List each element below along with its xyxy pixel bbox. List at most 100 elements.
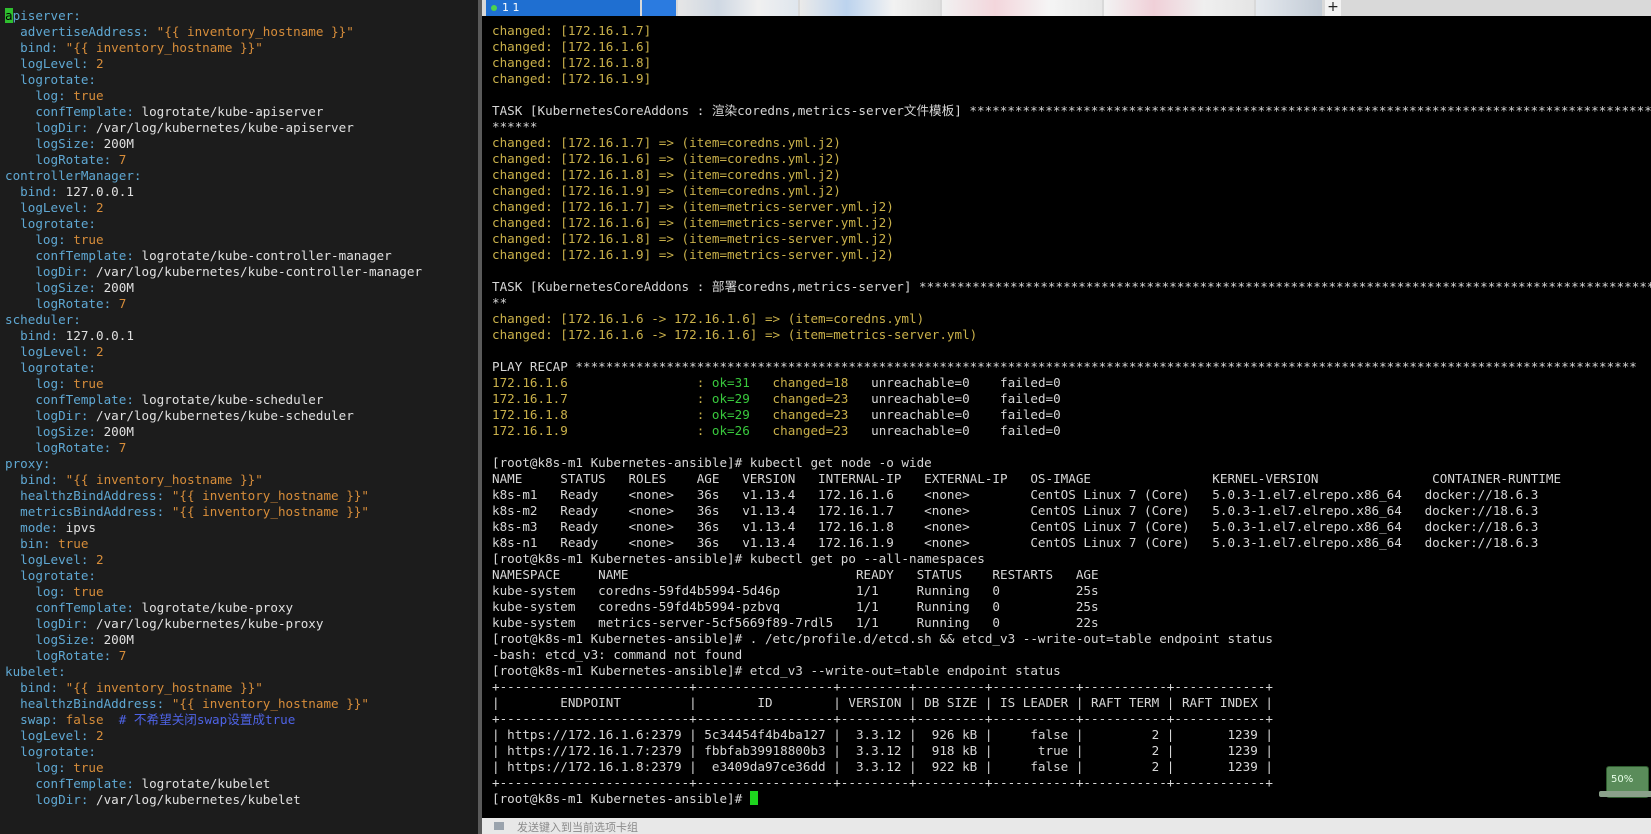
text-segment: /var/log/kubernetes/kube-apiserver: [96, 120, 354, 135]
text-segment: logRotate:: [5, 648, 119, 663]
yaml-line: logDir: /var/log/kubernetes/kubelet: [5, 792, 475, 808]
yaml-line: bind: "{{ inventory_hostname }}": [5, 472, 475, 488]
yaml-editor-pane[interactable]: apiserver: advertiseAddress: "{{ invento…: [0, 0, 478, 834]
terminal-cursor: [749, 791, 758, 805]
text-segment: /var/log/kubernetes/kube-proxy: [96, 616, 324, 631]
text-segment: unreachable=0 failed=0: [848, 375, 1061, 390]
text-segment: logDir:: [5, 264, 96, 279]
text-segment: ******: [492, 119, 538, 134]
text-segment: bind:: [5, 472, 66, 487]
terminal-line: k8s-m3 Ready <none> 36s v1.13.4 172.16.1…: [492, 519, 1651, 535]
text-segment: kubelet:: [5, 664, 66, 679]
yaml-line: healthzBindAddress: "{{ inventory_hostna…: [5, 488, 475, 504]
terminal-line: 172.16.1.6 : ok=31 changed=18 unreachabl…: [492, 375, 1651, 391]
yaml-line: bind: "{{ inventory_hostname }}": [5, 680, 475, 696]
terminal-line: | https://172.16.1.7:2379 | fbbfab399188…: [492, 743, 1651, 759]
terminal-line: changed: [172.16.1.6 -> 172.16.1.6] => (…: [492, 311, 1651, 327]
text-segment: log:: [5, 376, 74, 391]
yaml-line: logRotate: 7: [5, 648, 475, 664]
text-segment: "{{ inventory_hostname }}": [65, 472, 263, 487]
text-segment: logLevel:: [5, 552, 96, 567]
yaml-line: metricsBindAddress: "{{ inventory_hostna…: [5, 504, 475, 520]
text-segment: changed=23: [749, 407, 849, 422]
terminal-line: kube-system coredns-59fd4b5994-pzbvq 1/1…: [492, 599, 1651, 615]
text-segment: logDir:: [5, 616, 96, 631]
text-segment: log:: [5, 760, 74, 775]
text-segment: 2: [96, 728, 104, 743]
text-segment: 172.16.1.9 :: [492, 423, 712, 438]
text-segment: 200M: [103, 280, 134, 295]
text-segment: | https://172.16.1.7:2379 | fbbfab399188…: [492, 743, 1273, 758]
text-segment: logDir:: [5, 408, 96, 423]
text-segment: changed: [172.16.1.7] => (item=coredns.y…: [492, 135, 841, 150]
text-segment: scheduler:: [5, 312, 81, 327]
yaml-line: confTemplate: logrotate/kubelet: [5, 776, 475, 792]
tab-session-1[interactable]: 1 1: [486, 0, 640, 16]
terminal-line: changed: [172.16.1.6]: [492, 39, 1651, 55]
text-segment: bind:: [5, 40, 66, 55]
text-segment: proxy:: [5, 456, 51, 471]
yaml-line: logrotate:: [5, 72, 475, 88]
yaml-line: logRotate: 7: [5, 440, 475, 456]
text-segment: logrotate:: [5, 360, 96, 375]
text-segment: healthzBindAddress:: [5, 696, 172, 711]
new-tab-button[interactable]: +: [1325, 0, 1341, 16]
text-segment: changed: [172.16.1.9]: [492, 71, 652, 86]
text-segment: metricsBindAddress:: [5, 504, 172, 519]
text-segment: logDir:: [5, 120, 96, 135]
terminal-line: NAMESPACE NAME READY STATUS RESTARTS AGE: [492, 567, 1651, 583]
text-segment: false: [65, 712, 104, 727]
text-segment: 127.0.0.1: [65, 328, 134, 343]
connected-status-icon: [491, 5, 497, 11]
tab-session-6[interactable]: [1104, 0, 1254, 16]
yaml-line: advertiseAddress: "{{ inventory_hostname…: [5, 24, 475, 40]
terminal-line: NAME STATUS ROLES AGE VERSION INTERNAL-I…: [492, 471, 1651, 487]
yaml-line: logrotate:: [5, 568, 475, 584]
text-segment: swap:: [5, 712, 66, 727]
text-segment: bind:: [5, 680, 66, 695]
text-segment: [root@k8s-m1 Kubernetes-ansible]#: [492, 791, 750, 806]
yaml-line: logSize: 200M: [5, 280, 475, 296]
yaml-line: confTemplate: logrotate/kube-apiserver: [5, 104, 475, 120]
yaml-line: logDir: /var/log/kubernetes/kube-proxy: [5, 616, 475, 632]
terminal-line: **: [492, 295, 1651, 311]
tab-session-5[interactable]: [942, 0, 1102, 16]
terminal-line: k8s-n1 Ready <none> 36s v1.13.4 172.16.1…: [492, 535, 1651, 551]
text-segment: changed: [172.16.1.6 -> 172.16.1.6] => (…: [492, 311, 925, 326]
text-segment: changed: [172.16.1.8]: [492, 55, 652, 70]
text-segment: "{{ inventory_hostname }}": [65, 680, 263, 695]
zoom-indicator[interactable]: 50%: [1599, 766, 1651, 798]
text-segment: 2: [96, 344, 104, 359]
tab-session-7[interactable]: [1256, 0, 1322, 16]
yaml-line: confTemplate: logrotate/kube-scheduler: [5, 392, 475, 408]
tab-session-2[interactable]: [642, 0, 676, 16]
yaml-line: healthzBindAddress: "{{ inventory_hostna…: [5, 696, 475, 712]
yaml-content: apiserver: advertiseAddress: "{{ invento…: [5, 8, 475, 808]
text-segment: logRotate:: [5, 296, 119, 311]
text-segment: kube-system metrics-server-5cf5669f89-7r…: [492, 615, 1099, 630]
text-segment: true: [73, 232, 104, 247]
text-segment: changed: [172.16.1.7]: [492, 23, 652, 38]
text-segment: changed: [172.16.1.8] => (item=coredns.y…: [492, 167, 841, 182]
text-segment: +-------------------------+-------------…: [492, 775, 1273, 790]
text-segment: kube-system coredns-59fd4b5994-5d46p 1/1…: [492, 583, 1099, 598]
tab-session-3[interactable]: [678, 0, 798, 16]
terminal-output: changed: [172.16.1.7] changed: [172.16.1.…: [492, 23, 1651, 807]
zoom-indicator-base: [1599, 791, 1651, 797]
text-segment: | https://172.16.1.6:2379 | 5c34454f4b4b…: [492, 727, 1273, 742]
text-segment: changed: [172.16.1.9] => (item=coredns.y…: [492, 183, 841, 198]
yaml-line: logSize: 200M: [5, 136, 475, 152]
terminal-line: [root@k8s-m1 Kubernetes-ansible]# kubect…: [492, 455, 1651, 471]
yaml-line: confTemplate: logrotate/kube-controller-…: [5, 248, 475, 264]
terminal-pane[interactable]: 1 1 + changed: [172.16.1.7] changed: [172…: [482, 0, 1651, 834]
pin-icon[interactable]: [494, 822, 504, 830]
yaml-line: logRotate: 7: [5, 296, 475, 312]
yaml-line: logSize: 200M: [5, 632, 475, 648]
text-segment: bind:: [5, 184, 66, 199]
text-segment: mode:: [5, 520, 66, 535]
tab-session-4[interactable]: [800, 0, 940, 16]
yaml-line: logLevel: 2: [5, 56, 475, 72]
text-segment: [root@k8s-m1 Kubernetes-ansible]# . /etc…: [492, 631, 1273, 646]
text-segment: "{{ inventory_hostname }}": [171, 504, 369, 519]
